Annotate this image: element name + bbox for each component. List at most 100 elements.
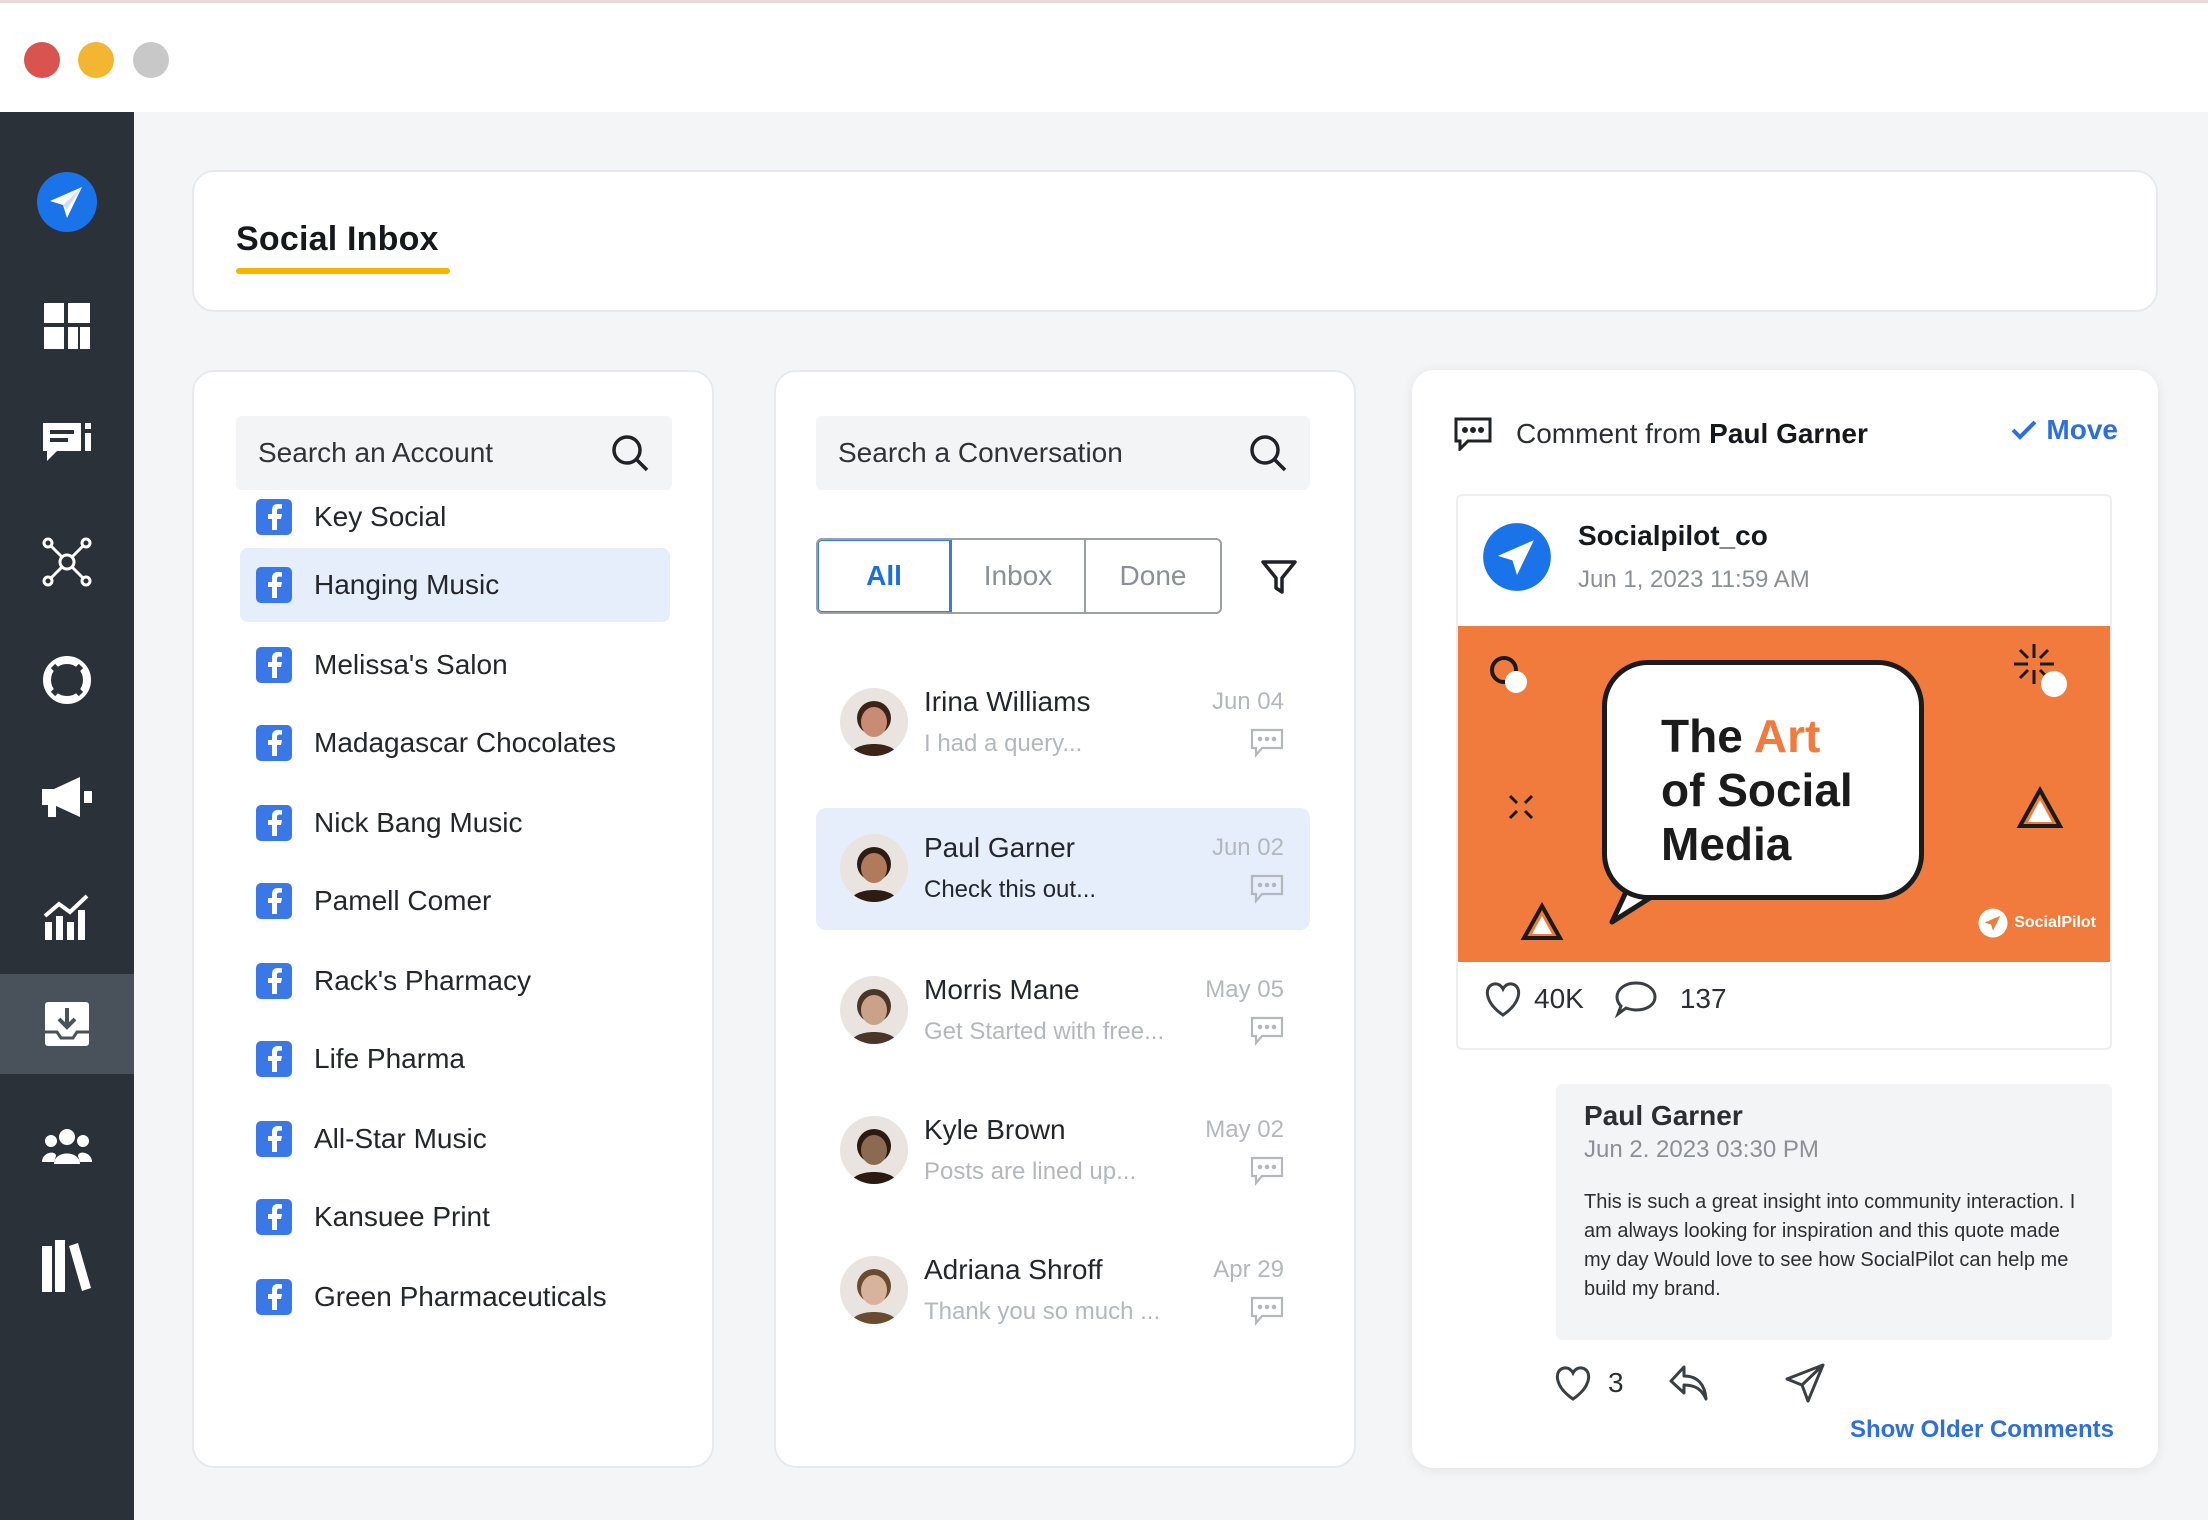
team-icon bbox=[42, 1129, 92, 1164]
sidebar-item-inbox[interactable] bbox=[0, 974, 134, 1074]
circle-decoration-icon bbox=[1490, 656, 1527, 693]
account-item[interactable]: Green Pharmaceuticals bbox=[240, 1260, 670, 1334]
quote-line1-a: The bbox=[1661, 710, 1754, 762]
conversation-item[interactable]: Adriana Shroff Thank you so much ... Apr 2… bbox=[816, 1230, 1310, 1352]
conversation-search-placeholder: Search a Conversation bbox=[838, 437, 1123, 468]
account-label: Kansuee Print bbox=[314, 1201, 490, 1232]
conversation-preview: Check this out... bbox=[924, 876, 1097, 903]
close-window-button[interactable] bbox=[24, 42, 60, 78]
move-label: Move bbox=[2046, 414, 2118, 445]
conversation-item[interactable]: Morris Mane Get Started with free... May 0… bbox=[816, 950, 1310, 1072]
quote-text: The Art of Social Media bbox=[1661, 709, 1853, 871]
post-stats: 40K 137 bbox=[1482, 980, 1727, 1018]
account-item[interactable]: Nick Bang Music bbox=[240, 786, 670, 860]
conversation-search-input[interactable]: Search a Conversation bbox=[816, 416, 1310, 490]
facebook-icon bbox=[256, 1279, 292, 1315]
conversation-date: Jun 02 bbox=[1211, 834, 1284, 861]
account-search-input[interactable]: Search an Account bbox=[236, 416, 672, 490]
lifebuoy-icon bbox=[43, 656, 91, 704]
sidebar-item-connections[interactable] bbox=[0, 512, 134, 612]
comment-icon bbox=[1454, 417, 1492, 451]
reply-likes: 3 bbox=[1608, 1367, 1624, 1398]
sidebar-item-campaigns[interactable] bbox=[0, 748, 134, 848]
quote-line1-b: Art bbox=[1753, 710, 1821, 762]
posts-icon bbox=[43, 423, 91, 461]
conversations-panel: Search a Conversation All Inbox Done Iri… bbox=[774, 370, 1356, 1468]
heart-icon[interactable] bbox=[1552, 1364, 1594, 1402]
conversation-name: Morris Mane bbox=[924, 974, 1080, 1005]
comment-heading-prefix: Comment from bbox=[1516, 418, 1702, 449]
comment-bubble-icon[interactable] bbox=[1614, 980, 1658, 1018]
post-author: Socialpilot_co bbox=[1578, 520, 1768, 551]
post-image: The Art of Social Media SocialPilot bbox=[1458, 626, 2110, 962]
account-item[interactable]: Melissa's Salon bbox=[240, 628, 670, 702]
sparkle-decoration-icon bbox=[1508, 794, 1534, 820]
facebook-icon bbox=[256, 805, 292, 841]
account-item[interactable]: Hanging Music bbox=[240, 548, 670, 622]
filter-icon[interactable] bbox=[1260, 558, 1298, 596]
message-icon bbox=[1250, 874, 1284, 904]
move-button[interactable]: Move bbox=[2010, 414, 2118, 446]
sidebar-item-team[interactable] bbox=[0, 1096, 134, 1196]
sidebar-item-library[interactable] bbox=[0, 1216, 134, 1316]
zoom-window-button[interactable] bbox=[133, 42, 169, 78]
facebook-icon bbox=[256, 1041, 292, 1077]
reply-text: This is such a great insight into commun… bbox=[1584, 1191, 2076, 1300]
conversation-preview: I had a query... bbox=[924, 730, 1083, 757]
conversation-item[interactable]: Paul Garner Check this out... Jun 02 bbox=[816, 808, 1310, 930]
megaphone-icon bbox=[42, 777, 92, 817]
account-item[interactable]: Madagascar Chocolates bbox=[240, 706, 670, 780]
socialpilot-avatar-icon bbox=[1483, 523, 1551, 591]
conversation-name: Adriana Shroff bbox=[924, 1254, 1103, 1285]
account-label: Hanging Music bbox=[314, 569, 500, 600]
page-title: Social Inbox bbox=[236, 220, 439, 258]
account-item[interactable]: All-Star Music bbox=[240, 1102, 670, 1176]
heart-icon[interactable] bbox=[1482, 980, 1524, 1018]
account-item[interactable]: Key Social bbox=[240, 480, 670, 554]
tab-done[interactable]: Done bbox=[1086, 540, 1220, 612]
sidebar-logo[interactable] bbox=[0, 152, 134, 252]
minimize-window-button[interactable] bbox=[78, 42, 114, 78]
post-date: Jun 1, 2023 11:59 AM bbox=[1578, 566, 1810, 593]
send-icon[interactable] bbox=[1784, 1363, 1826, 1403]
search-icon[interactable] bbox=[610, 433, 650, 473]
conversation-item[interactable]: Irina Williams I had a query... Jun 04 bbox=[816, 662, 1310, 784]
conversation-preview: Get Started with free... bbox=[924, 1018, 1165, 1045]
sidebar-item-posts[interactable] bbox=[0, 394, 134, 494]
search-icon[interactable] bbox=[1248, 433, 1288, 473]
image-brand: SocialPilot bbox=[1978, 908, 2096, 938]
facebook-icon bbox=[256, 1121, 292, 1157]
library-icon bbox=[42, 1240, 91, 1292]
post-likes: 40K bbox=[1534, 983, 1584, 1014]
conversation-date: Jun 04 bbox=[1211, 688, 1284, 715]
account-item[interactable]: Life Pharma bbox=[240, 1022, 670, 1096]
sidebar-item-dashboard[interactable] bbox=[0, 276, 134, 376]
sidebar-item-support[interactable] bbox=[0, 630, 134, 730]
account-search-placeholder: Search an Account bbox=[258, 437, 494, 468]
show-older-comments-link[interactable]: Show Older Comments bbox=[1850, 1416, 2114, 1444]
avatar bbox=[840, 1256, 908, 1324]
tab-all[interactable]: All bbox=[818, 540, 952, 612]
main-area: Social Inbox Search an Account Key Socia… bbox=[134, 112, 2208, 1520]
conversation-name: Kyle Brown bbox=[924, 1114, 1066, 1145]
account-label: Life Pharma bbox=[314, 1043, 465, 1074]
conversation-preview: Thank you so much ... bbox=[924, 1298, 1161, 1325]
tab-inbox[interactable]: Inbox bbox=[952, 540, 1086, 612]
comment-actions: 3 bbox=[1552, 1360, 1826, 1406]
account-label: Melissa's Salon bbox=[314, 649, 508, 680]
dashboard-icon bbox=[44, 303, 90, 349]
triangle-decoration-icon bbox=[2016, 786, 2064, 828]
conversation-item[interactable]: Kyle Brown Posts are lined up... May 02 bbox=[816, 1090, 1310, 1212]
original-post: Socialpilot_co Jun 1, 2023 11:59 AM The … bbox=[1456, 494, 2112, 1050]
sidebar-item-analytics[interactable] bbox=[0, 866, 134, 966]
title-underline bbox=[236, 268, 450, 274]
account-item[interactable]: Kansuee Print bbox=[240, 1180, 670, 1254]
reply-arrow-icon[interactable] bbox=[1668, 1363, 1710, 1403]
comment-author-name: Paul Garner bbox=[1709, 418, 1868, 449]
account-item[interactable]: Pamell Comer bbox=[240, 864, 670, 938]
post-comments: 137 bbox=[1679, 983, 1727, 1014]
comment-heading: Comment from Paul Garner bbox=[1454, 412, 1868, 456]
account-item[interactable]: Rack's Pharmacy bbox=[240, 944, 670, 1018]
message-icon bbox=[1250, 1016, 1284, 1046]
reply-comment: Paul Garner Jun 2. 2023 03:30 PM This is… bbox=[1556, 1084, 2112, 1340]
